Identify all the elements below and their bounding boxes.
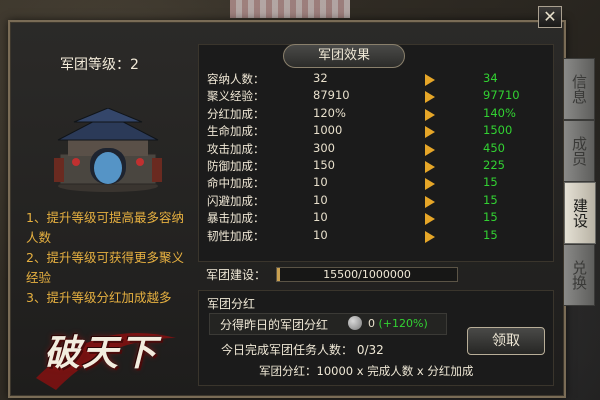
stat-next-value: 225 bbox=[483, 157, 505, 172]
stat-row: 命中加成： 10 15 bbox=[207, 175, 547, 192]
stat-next-value: 15 bbox=[483, 210, 498, 225]
stat-label: 生命加成： bbox=[207, 124, 265, 139]
yesterday-dividend-label: 分得昨日的军团分红 bbox=[220, 318, 329, 332]
dividend-bonus-pct: (+120%) bbox=[378, 317, 428, 330]
close-button[interactable]: ✕ bbox=[538, 6, 562, 28]
arrow-right-icon bbox=[425, 178, 435, 191]
arrow-right-icon bbox=[425, 195, 435, 208]
stat-current-value: 10 bbox=[313, 227, 328, 242]
logo-text: 破天下 bbox=[44, 332, 159, 374]
stat-label: 分红加成： bbox=[207, 106, 265, 121]
tab-construction[interactable]: 建设 bbox=[564, 182, 596, 244]
stat-current-value: 10 bbox=[313, 210, 328, 225]
stat-label: 暴击加成： bbox=[207, 211, 265, 226]
silver-coin-icon bbox=[348, 316, 362, 330]
stat-next-value: 1500 bbox=[483, 123, 513, 138]
construction-progress-text: 15500/1000000 bbox=[323, 268, 411, 281]
stat-row: 韧性加成： 10 15 bbox=[207, 228, 547, 245]
stat-current-value: 300 bbox=[313, 140, 335, 155]
stat-current-value: 1000 bbox=[313, 123, 343, 138]
stat-row: 攻击加成： 300 450 bbox=[207, 141, 547, 158]
arrow-right-icon bbox=[425, 108, 435, 121]
effects-list: 容纳人数： 32 34 聚义经验： 87910 97710 分红加成： 120% 140% 生命加… bbox=[207, 71, 547, 245]
tab-exchange[interactable]: 兑换 bbox=[564, 244, 595, 306]
stat-next-value: 15 bbox=[483, 175, 498, 190]
effects-panel: 军团效果 容纳人数： 32 34 聚义经验： 87910 97710 分红加成： 120% 14… bbox=[198, 44, 554, 262]
arrow-right-icon bbox=[425, 230, 435, 243]
left-column: 军团等级：2 1、提升等级可提高最多容纳人数 2、提升等级可获得更多聚义经验 3… bbox=[18, 38, 194, 305]
construction-progress-bar: 15500/1000000 bbox=[276, 267, 458, 282]
stat-label: 容纳人数： bbox=[207, 72, 265, 86]
arrow-right-icon bbox=[425, 160, 435, 173]
arrow-right-icon bbox=[425, 126, 435, 139]
stat-next-value: 450 bbox=[483, 140, 505, 155]
construction-label: 军团建设： bbox=[206, 268, 267, 282]
stat-label: 命中加成： bbox=[207, 176, 265, 191]
stat-next-value: 15 bbox=[483, 227, 498, 242]
stat-row: 生命加成： 1000 1500 bbox=[207, 123, 547, 140]
stat-next-value: 15 bbox=[483, 192, 498, 207]
tab-info[interactable]: 信息 bbox=[564, 58, 595, 120]
stat-current-value: 150 bbox=[313, 157, 335, 172]
stat-next-value: 34 bbox=[483, 71, 498, 85]
stat-row: 聚义经验： 87910 97710 bbox=[207, 88, 547, 105]
legion-level: 军团等级：2 bbox=[60, 57, 139, 73]
dividend-panel: 军团分红 分得昨日的军团分红 0 (+120%) 今日完成军团任务人数： 0/3… bbox=[198, 290, 554, 386]
arrow-right-icon bbox=[425, 213, 435, 226]
stat-current-value: 87910 bbox=[313, 88, 350, 103]
stat-label: 防御加成： bbox=[207, 158, 265, 173]
stat-label: 攻击加成： bbox=[207, 141, 265, 156]
claim-button[interactable]: 领取 bbox=[467, 327, 545, 355]
title-blur bbox=[230, 0, 350, 18]
arrow-right-icon bbox=[425, 91, 435, 104]
tip-item: 1、提升等级可提高最多容纳人数 bbox=[26, 210, 184, 245]
stat-current-value: 120% bbox=[313, 105, 346, 120]
game-logo: 破天下 bbox=[16, 318, 186, 398]
stat-row: 分红加成： 120% 140% bbox=[207, 106, 547, 123]
tab-members[interactable]: 成员 bbox=[564, 120, 595, 182]
stat-row: 暴击加成： 10 15 bbox=[207, 210, 547, 227]
stat-next-value: 140% bbox=[483, 105, 516, 120]
task-completion-count: 今日完成军团任务人数： 0/32 bbox=[221, 343, 384, 357]
effects-title: 军团效果 bbox=[283, 44, 405, 68]
stat-row: 防御加成： 150 225 bbox=[207, 158, 547, 175]
dividend-formula: 军团分红：10000 x 完成人数 x 分红加成 bbox=[259, 364, 474, 378]
yesterday-dividend-value: 0 (+120%) bbox=[368, 317, 428, 330]
arrow-right-icon bbox=[425, 143, 435, 156]
stat-current-value: 32 bbox=[313, 71, 328, 85]
stat-label: 聚义经验： bbox=[207, 89, 265, 104]
dividend-title: 军团分红 bbox=[207, 297, 256, 311]
tip-item: 3、提升等级分红加成越多 bbox=[26, 290, 172, 305]
stat-current-value: 10 bbox=[313, 192, 328, 207]
stat-row: 闪避加成： 10 15 bbox=[207, 193, 547, 210]
yesterday-dividend-row: 分得昨日的军团分红 0 (+120%) bbox=[209, 313, 447, 335]
tips-list: 1、提升等级可提高最多容纳人数 2、提升等级可获得更多聚义经验 3、提升等级分红… bbox=[26, 208, 196, 308]
tip-item: 2、提升等级可获得更多聚义经验 bbox=[26, 250, 184, 285]
arrow-right-icon bbox=[425, 74, 435, 86]
stat-label: 韧性加成： bbox=[207, 228, 265, 243]
stat-next-value: 97710 bbox=[483, 88, 520, 103]
stat-label: 闪避加成： bbox=[207, 193, 265, 208]
legion-building-icon bbox=[54, 108, 162, 192]
stat-current-value: 10 bbox=[313, 175, 328, 190]
stat-row: 容纳人数： 32 34 bbox=[207, 71, 547, 88]
dividend-amount: 0 bbox=[368, 317, 375, 330]
